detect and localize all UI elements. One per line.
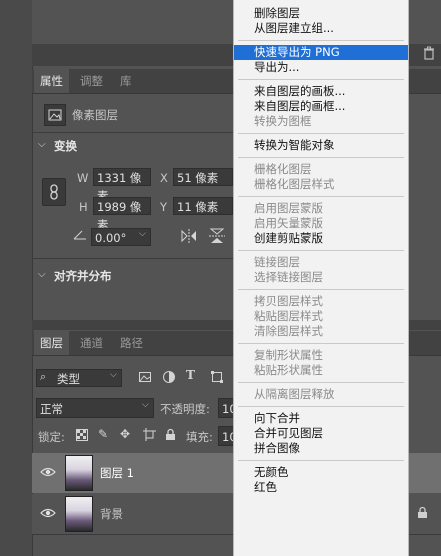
layer-context-menu: 删除图层 从图层建立组... 快速导出为 PNG 导出为... 来自图层的画板... 来自… bbox=[233, 0, 409, 556]
chevron-down-icon[interactable]: ⌵ bbox=[38, 269, 46, 280]
menu-item: 粘贴图层样式 bbox=[254, 309, 323, 323]
menu-item: 选择链接图层 bbox=[254, 270, 323, 284]
menu-item[interactable]: 快速导出为 PNG bbox=[234, 45, 408, 60]
menu-separator bbox=[238, 157, 404, 158]
layer-thumbnail bbox=[65, 455, 93, 491]
menu-separator bbox=[238, 382, 404, 383]
x-field[interactable]: 51 像素 bbox=[173, 168, 233, 186]
menu-item[interactable]: 拼合图像 bbox=[234, 441, 408, 456]
chevron-down-icon[interactable]: ⌵ bbox=[110, 370, 117, 380]
menu-separator bbox=[238, 406, 404, 407]
tab-adjustments[interactable]: 调整 bbox=[74, 69, 109, 93]
menu-item[interactable]: 红色 bbox=[234, 480, 408, 495]
eye-icon[interactable] bbox=[40, 466, 56, 481]
blend-mode-select[interactable]: 正常 bbox=[36, 398, 154, 418]
menu-item: 从隔离图层释放 bbox=[254, 387, 335, 401]
x-label: X bbox=[160, 171, 168, 185]
chevron-down-icon[interactable]: ⌵ bbox=[139, 229, 146, 239]
trash-icon[interactable] bbox=[421, 46, 437, 62]
filter-pixel-icon[interactable] bbox=[138, 370, 152, 387]
divider bbox=[32, 132, 233, 133]
angle-icon bbox=[72, 229, 88, 244]
lock-all-icon[interactable] bbox=[165, 428, 176, 444]
filter-type-icon[interactable]: T bbox=[186, 368, 195, 382]
menu-separator bbox=[238, 79, 404, 80]
layer-type-label: 像素图层 bbox=[72, 108, 118, 122]
menu-item: 启用矢量蒙版 bbox=[254, 216, 323, 230]
menu-item: 链接图层 bbox=[254, 255, 300, 269]
filter-adjustment-icon[interactable] bbox=[162, 370, 176, 387]
align-header[interactable]: 对齐并分布 bbox=[54, 268, 112, 284]
layer-name[interactable]: 图层 1 bbox=[100, 465, 134, 481]
fill-label: 填充: bbox=[186, 430, 213, 444]
pixel-layer-icon bbox=[44, 104, 66, 126]
menu-item: 清除图层样式 bbox=[254, 324, 323, 338]
menu-item: 启用图层蒙版 bbox=[254, 201, 323, 215]
menu-item: 复制形状属性 bbox=[254, 348, 323, 362]
divider bbox=[32, 258, 233, 259]
tab-channels[interactable]: 通道 bbox=[74, 331, 109, 355]
menu-item[interactable]: 创建剪贴蒙版 bbox=[234, 231, 408, 246]
flip-horizontal-icon[interactable] bbox=[180, 228, 198, 247]
menu-item: 拷贝图层样式 bbox=[254, 294, 323, 308]
chevron-down-icon[interactable]: ⌵ bbox=[38, 139, 46, 150]
flip-vertical-icon[interactable] bbox=[208, 228, 226, 247]
tab-layers[interactable]: 图层 bbox=[34, 331, 69, 355]
menu-item[interactable]: 导出为... bbox=[234, 60, 408, 75]
menu-item[interactable]: 删除图层 bbox=[234, 6, 408, 21]
y-field[interactable]: 11 像素 bbox=[173, 197, 233, 215]
menu-item[interactable]: 来自图层的画框... bbox=[234, 99, 408, 114]
menu-item[interactable]: 合并可见图层 bbox=[234, 426, 408, 441]
menu-item: 粘贴形状属性 bbox=[254, 363, 323, 377]
h-label: H bbox=[79, 200, 88, 214]
left-toolbar-strip bbox=[0, 0, 33, 556]
menu-item[interactable]: 无颜色 bbox=[234, 465, 408, 480]
lock-transparent-icon[interactable] bbox=[76, 429, 88, 444]
menu-separator bbox=[238, 133, 404, 134]
menu-separator bbox=[238, 289, 404, 290]
menu-item: 转换为图框 bbox=[254, 114, 312, 128]
menu-item[interactable]: 向下合并 bbox=[234, 411, 408, 426]
lock-label: 锁定: bbox=[38, 430, 65, 444]
menu-separator bbox=[238, 250, 404, 251]
lock-position-icon[interactable]: ✥ bbox=[120, 427, 130, 441]
w-label: W bbox=[77, 171, 89, 185]
tab-libraries[interactable]: 库 bbox=[114, 69, 138, 93]
y-label: Y bbox=[160, 200, 168, 214]
filter-shape-icon[interactable] bbox=[210, 370, 224, 387]
menu-item[interactable]: 转换为智能对象 bbox=[234, 138, 408, 153]
menu-separator bbox=[238, 460, 404, 461]
chevron-down-icon[interactable]: ⌵ bbox=[142, 400, 149, 410]
width-field[interactable]: 1331 像素 bbox=[93, 168, 151, 203]
menu-separator bbox=[238, 343, 404, 344]
tab-paths[interactable]: 路径 bbox=[114, 331, 149, 355]
lock-artboard-icon[interactable] bbox=[143, 428, 156, 444]
menu-item: 栅格化图层 bbox=[254, 162, 312, 176]
search-icon: ⌕ bbox=[40, 370, 47, 383]
height-field[interactable]: 1989 像素 bbox=[93, 197, 151, 232]
menu-separator bbox=[238, 196, 404, 197]
transform-header[interactable]: 变换 bbox=[54, 138, 77, 154]
layer-thumbnail bbox=[65, 496, 93, 532]
lock-pixels-icon[interactable]: ✎ bbox=[98, 427, 108, 441]
menu-item: 栅格化图层样式 bbox=[254, 177, 335, 191]
lock-icon bbox=[417, 506, 428, 522]
tab-properties[interactable]: 属性 bbox=[34, 69, 69, 93]
eye-icon[interactable] bbox=[40, 507, 56, 522]
opacity-label: 不透明度: bbox=[160, 402, 210, 416]
menu-separator bbox=[238, 40, 404, 41]
link-constrain-icon[interactable] bbox=[42, 178, 66, 206]
layer-name[interactable]: 背景 bbox=[100, 506, 123, 522]
menu-item[interactable]: 从图层建立组... bbox=[234, 21, 408, 36]
menu-item[interactable]: 来自图层的画板... bbox=[234, 84, 408, 99]
